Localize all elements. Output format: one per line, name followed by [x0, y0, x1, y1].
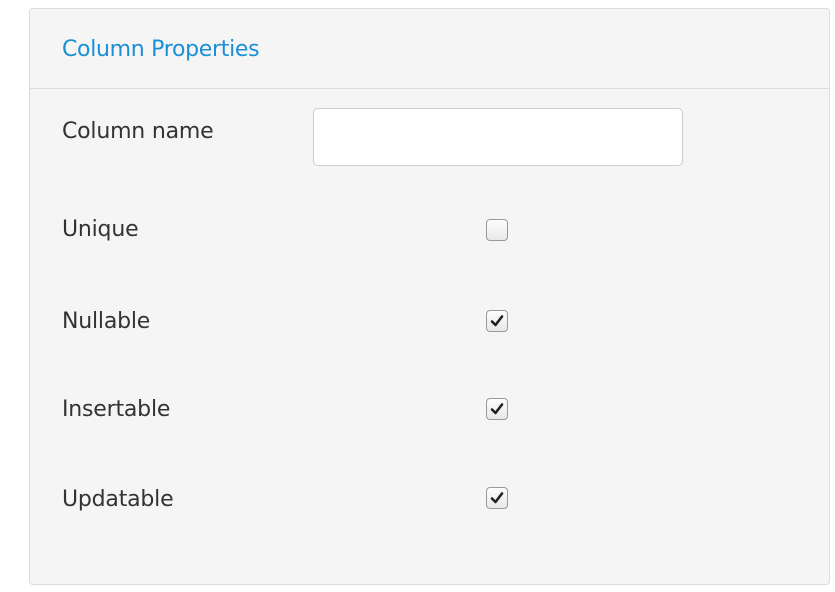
updatable-checkbox[interactable]: [486, 487, 508, 509]
checkmark-icon: [490, 403, 504, 415]
column-name-input[interactable]: [313, 108, 683, 166]
checkmark-icon: [490, 315, 504, 327]
checkmark-icon: [490, 492, 504, 504]
nullable-checkbox[interactable]: [486, 310, 508, 332]
insertable-checkbox[interactable]: [486, 398, 508, 420]
column-properties-panel: Column Properties Column name Unique Nul…: [29, 8, 830, 585]
insertable-label: Insertable: [62, 397, 171, 422]
column-name-label: Column name: [62, 119, 214, 144]
unique-checkbox[interactable]: [486, 219, 508, 241]
updatable-label: Updatable: [62, 487, 174, 512]
panel-header: Column Properties: [30, 9, 829, 89]
unique-label: Unique: [62, 217, 139, 242]
panel-title: Column Properties: [62, 37, 260, 62]
nullable-label: Nullable: [62, 309, 151, 334]
